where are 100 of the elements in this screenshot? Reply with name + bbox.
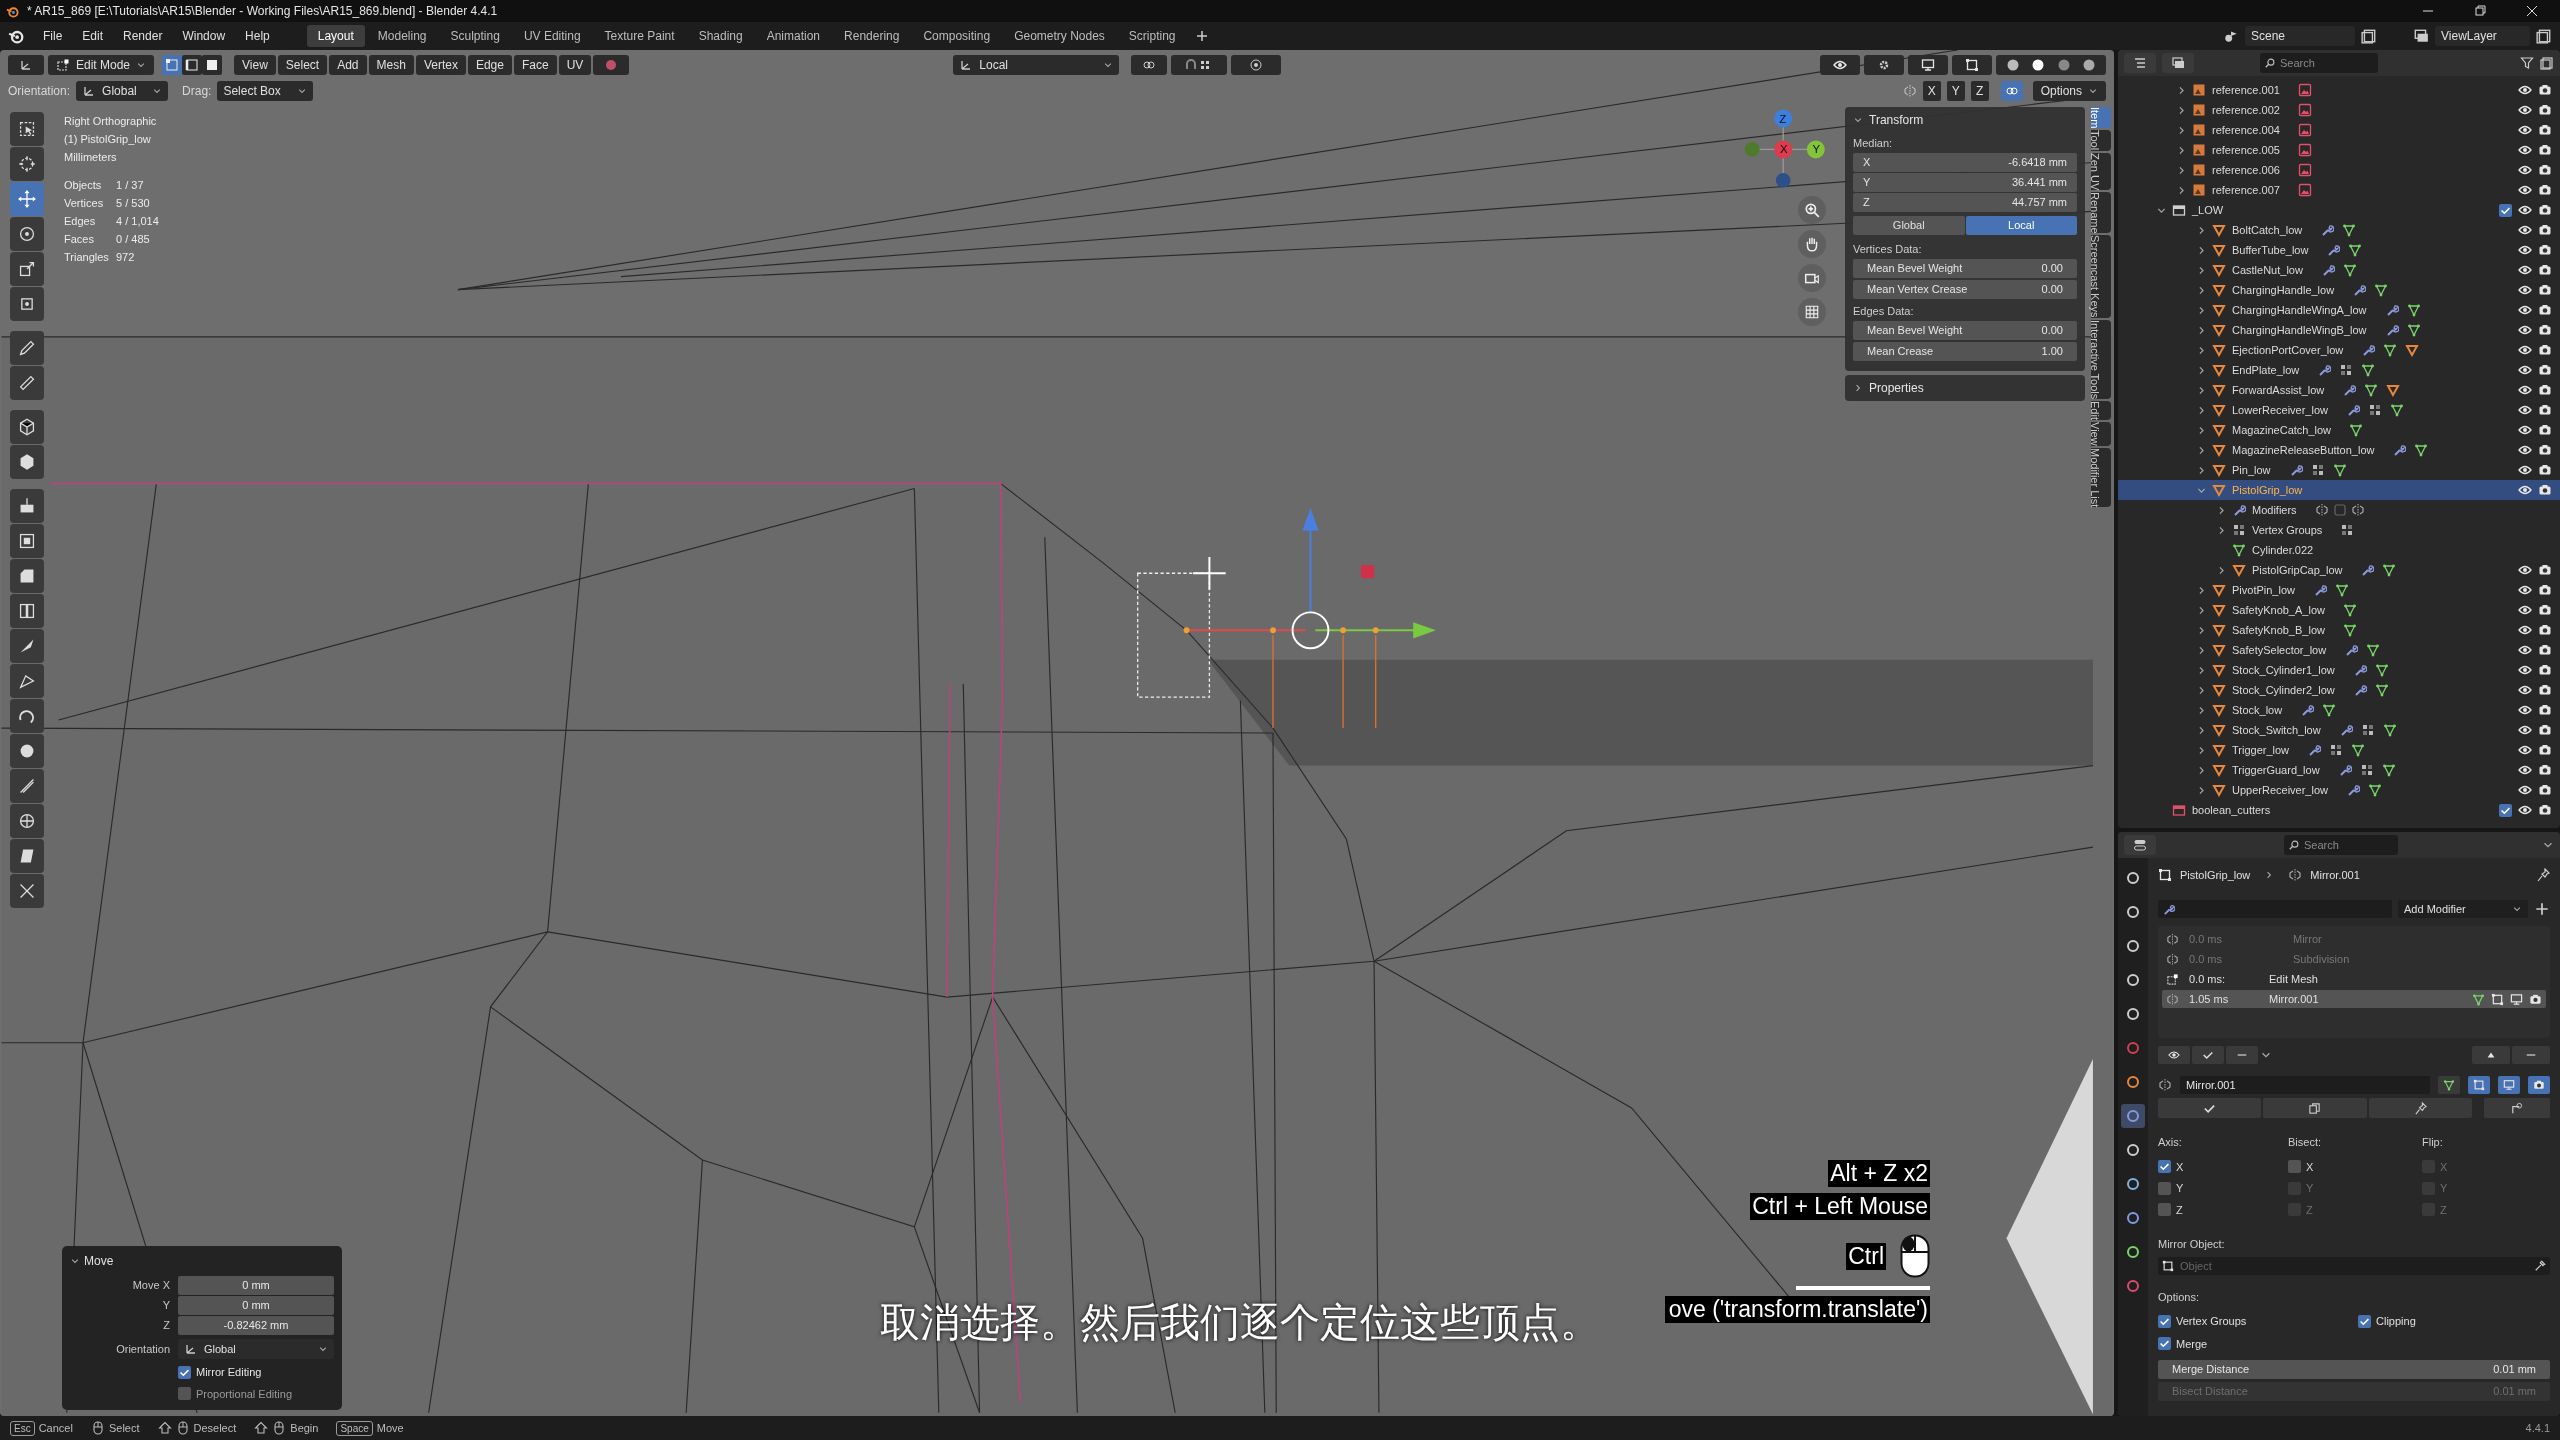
outliner-item-name[interactable]: PivotPin_low [2232, 581, 2295, 599]
outliner-item-name[interactable]: EndPlate_low [2232, 361, 2300, 379]
number-field[interactable]: 0 mm [178, 1276, 334, 1295]
outliner-item-name[interactable]: reference.004 [2212, 121, 2280, 139]
axis-toggle[interactable]: Y [1946, 81, 1965, 101]
outliner-row[interactable]: ChargingHandleWingA_low [2118, 300, 2560, 320]
outliner-item-name[interactable]: Stock_Switch_low [2232, 721, 2321, 739]
outliner-item-name[interactable]: reference.001 [2212, 81, 2280, 99]
outliner-row[interactable]: reference.004 [2118, 120, 2560, 140]
menu-button[interactable]: Face [513, 55, 557, 75]
outliner-item-name[interactable]: reference.006 [2212, 161, 2280, 179]
outliner-row[interactable]: reference.001 [2118, 80, 2560, 100]
outliner-item-name[interactable]: ChargingHandle_low [2232, 281, 2335, 299]
workspace-tab[interactable]: Sculpting [439, 25, 511, 47]
menu-item[interactable]: Window [173, 25, 235, 47]
outliner-row[interactable]: PistolGripCap_low [2118, 560, 2560, 580]
breadcrumb-item[interactable]: Mirror.001 [2310, 866, 2360, 884]
workspace-tab[interactable]: Scripting [1117, 25, 1187, 47]
outliner-row[interactable]: ForwardAssist_low [2118, 380, 2560, 400]
orientation-dropdown[interactable]: Global [178, 1339, 334, 1359]
sidebar-tab[interactable]: Screencast Keys [2091, 235, 2111, 318]
outliner-item-name[interactable]: SafetyKnob_A_low [2232, 601, 2325, 619]
number-field[interactable]: -0.82462 mm [178, 1316, 334, 1335]
outliner-item-name[interactable]: SafetyKnob_B_low [2232, 621, 2325, 639]
menu-item[interactable]: Help [236, 25, 279, 47]
outliner-row[interactable]: SafetySelector_low [2118, 640, 2560, 660]
sidebar-tab[interactable]: Edit [2091, 401, 2111, 421]
outliner-item-name[interactable]: PistolGrip_low [2232, 481, 2303, 499]
panel-header[interactable]: Transform [1853, 107, 2077, 133]
menu-item[interactable]: File [34, 25, 72, 47]
axis-toggle[interactable]: X [1922, 81, 1941, 101]
workspace-tab[interactable]: Geometry Nodes [1003, 25, 1116, 47]
outliner-item-name[interactable]: TriggerGuard_low [2232, 761, 2320, 779]
outliner-row[interactable]: ChargingHandle_low [2118, 280, 2560, 300]
drag-dropdown[interactable]: Select Box [217, 81, 314, 101]
outliner-item-name[interactable]: ForwardAssist_low [2232, 381, 2325, 399]
outliner-row[interactable]: LowerReceiver_low [2118, 400, 2560, 420]
outliner-item-name[interactable]: MagazineReleaseButton_low [2232, 441, 2375, 459]
outliner-row[interactable]: SafetyKnob_A_low [2118, 600, 2560, 620]
add-modifier-dropdown[interactable]: Add Modifier [2398, 900, 2528, 918]
outliner-row[interactable]: boolean_cutters [2118, 800, 2560, 820]
panel-header[interactable]: Move [70, 1250, 334, 1272]
outliner-item-name[interactable]: Trigger_low [2232, 741, 2290, 759]
outliner-row[interactable]: BoltCatch_low [2118, 220, 2560, 240]
outliner-item-name[interactable]: UpperReceiver_low [2232, 781, 2328, 799]
properties-panel-header[interactable]: Properties [1845, 375, 2085, 401]
sidebar-tab[interactable]: Item [2091, 107, 2111, 129]
outliner-item-name[interactable]: reference.005 [2212, 141, 2280, 159]
workspace-tab[interactable]: UV Editing [512, 25, 592, 47]
outliner-item-name[interactable]: Stock_low [2232, 701, 2283, 719]
outliner-row[interactable]: Trigger_low [2118, 740, 2560, 760]
number-field[interactable]: Y 36.441 mm [1853, 173, 2077, 192]
outliner-row[interactable]: EndPlate_low [2118, 360, 2560, 380]
outliner-row[interactable]: Stock_Cylinder1_low [2118, 660, 2560, 680]
number-field[interactable]: 0 mm [178, 1296, 334, 1315]
orientation-dropdown[interactable]: Global [76, 81, 169, 101]
number-field[interactable]: Mean Bevel Weight 0.00 [1853, 321, 2077, 340]
outliner-row[interactable]: SafetyKnob_B_low [2118, 620, 2560, 640]
outliner-row[interactable]: EjectionPortCover_low [2118, 340, 2560, 360]
outliner-item-name[interactable]: Vertex Groups [2252, 521, 2323, 539]
menu-item[interactable]: Render [114, 25, 172, 47]
outliner-item-name[interactable]: reference.007 [2212, 181, 2280, 199]
outliner-row[interactable]: reference.002 [2118, 100, 2560, 120]
menu-button[interactable]: Edge [467, 55, 512, 75]
outliner-item-name[interactable]: BoltCatch_low [2232, 221, 2303, 239]
workspace-tab[interactable]: Compositing [912, 25, 1002, 47]
outliner-row[interactable]: Pin_low [2118, 460, 2560, 480]
outliner-item-name[interactable]: ChargingHandleWingA_low [2232, 301, 2367, 319]
outliner-row[interactable]: ChargingHandleWingB_low [2118, 320, 2560, 340]
axis-toggle[interactable]: Z [1970, 81, 1989, 101]
number-field[interactable]: Z 44.757 mm [1853, 193, 2077, 212]
outliner-row[interactable]: BufferTube_low [2118, 240, 2560, 260]
transform-orientation-dropdown[interactable]: Local [953, 55, 1120, 75]
outliner-row[interactable]: CastleNut_low [2118, 260, 2560, 280]
toggle-button[interactable]: Local [1965, 216, 2077, 235]
outliner-item-name[interactable]: PistolGripCap_low [2252, 561, 2343, 579]
workspace-tab[interactable]: Animation [755, 25, 832, 47]
outliner-row[interactable]: reference.006 [2118, 160, 2560, 180]
modifier-name-field[interactable]: Mirror.001 [2180, 1076, 2430, 1094]
search-field[interactable]: Search [2260, 53, 2378, 73]
toggle-button[interactable]: Global [1853, 216, 1965, 235]
number-field[interactable]: X -6.6418 mm [1853, 153, 2077, 172]
outliner-item-name[interactable]: _LOW [2192, 201, 2224, 219]
search-field[interactable]: Search [2284, 835, 2398, 855]
outliner-row[interactable]: Stock_low [2118, 700, 2560, 720]
navigation-gizmo-drawing[interactable]: Z X Y [1744, 109, 1825, 188]
outliner-item-name[interactable]: EjectionPortCover_low [2232, 341, 2344, 359]
sidebar-tab[interactable]: View [2091, 422, 2111, 446]
options-dropdown[interactable]: Options [2032, 81, 2106, 101]
outliner-item-name[interactable]: CastleNut_low [2232, 261, 2303, 279]
scene-selector[interactable]: Scene [2245, 26, 2355, 46]
sidebar-tab[interactable]: Modifier List [2091, 447, 2111, 508]
menu-button[interactable]: UV [558, 55, 592, 75]
outliner-row[interactable]: Vertex Groups [2118, 520, 2560, 540]
outliner-row[interactable]: MagazineCatch_low [2118, 420, 2560, 440]
outliner-item-name[interactable]: MagazineCatch_low [2232, 421, 2332, 439]
outliner-row[interactable]: reference.007 [2118, 180, 2560, 200]
outliner-row[interactable]: Modifiers [2118, 500, 2560, 520]
outliner-row[interactable]: reference.005 [2118, 140, 2560, 160]
breadcrumb-item[interactable]: PistolGrip_low [2180, 866, 2251, 884]
